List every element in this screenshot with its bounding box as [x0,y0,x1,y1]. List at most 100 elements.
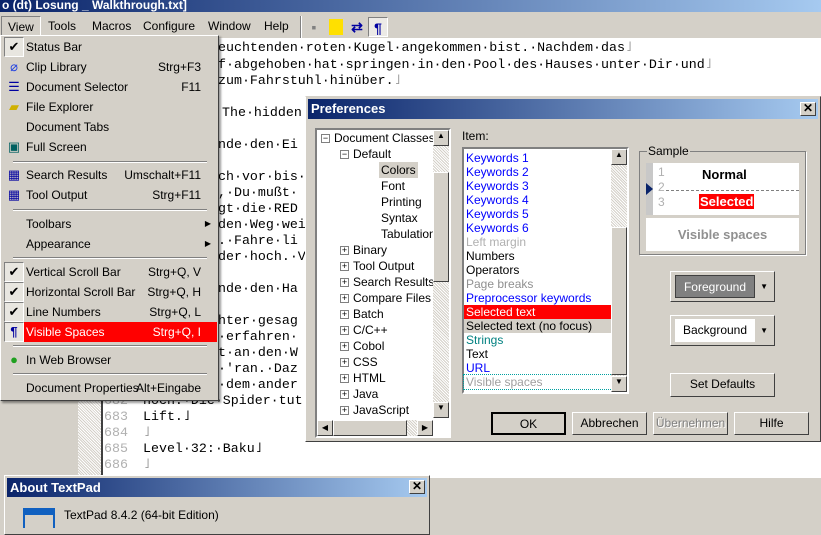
scroll-down-icon[interactable]: ▼ [611,376,627,392]
editor-line: The·hidden [222,105,302,120]
tree-node[interactable]: + Binary [340,242,387,258]
menu-item-appearance[interactable]: Appearance ▶ [3,234,217,254]
menu-window[interactable]: Window [202,16,257,36]
menu-separator [13,373,207,375]
background-button[interactable]: Background ▼ [670,315,775,346]
editor-line: ch·vor·bis· [218,169,306,184]
tree-node[interactable]: Tabulation [381,226,436,242]
item-scrollbar[interactable]: ▲ ▼ [611,149,627,392]
preferences-dialog: Preferences ✕ − Document Classes − Default… [305,96,821,442]
tree-node[interactable]: + Search Results [340,274,434,290]
scroll-thumb[interactable] [333,420,407,436]
paperclip-icon: ⌀ [10,59,18,74]
tree-node[interactable]: Syntax [381,210,418,226]
tree-node[interactable]: + Batch [340,306,384,322]
menu-item-search-results[interactable]: ▦ Search Results Umschalt+F11 [3,165,217,185]
tree-horizontal-scrollbar[interactable]: ◀ ▶ [317,420,433,436]
tree-node[interactable]: − Default [340,146,391,162]
sample-preview: 1 2 3 Normal Selected [646,163,799,215]
list-item[interactable]: Keywords 1 [464,151,614,165]
editor-line: ·dem·ander [218,377,298,392]
tree-node[interactable]: + Compare Files [340,290,431,306]
list-item[interactable]: Page breaks [464,277,614,291]
menu-macros[interactable]: Macros [86,16,137,36]
list-item[interactable]: Numbers [464,249,614,263]
menu-item-status-bar[interactable]: ✔ Status Bar [3,37,217,57]
list-item[interactable]: Text [464,347,614,361]
check-icon: ✔ [4,302,24,322]
tree-node[interactable]: − Document Classes [321,130,435,146]
ok-button[interactable]: OK [491,412,566,435]
about-dialog: About TextPad ✕ TextPad 8.4.2 (64-bit Ed… [4,475,430,535]
tree-node[interactable]: + C/C++ [340,322,388,338]
foreground-button[interactable]: Foreground ▼ [670,271,775,302]
list-item[interactable]: Keywords 4 [464,193,614,207]
cancel-button[interactable]: Abbrechen [572,412,647,435]
visible-spaces-icon[interactable]: ¶ [368,17,388,37]
set-defaults-button[interactable]: Set Defaults [670,373,775,397]
dropdown-arrow-icon[interactable]: ▼ [760,321,768,341]
tree-node[interactable]: + JavaScript [340,402,409,418]
menu-item-document-tabs[interactable]: Document Tabs [3,117,217,137]
menu-item-visible-spaces[interactable]: ¶ Visible Spaces Strg+Q, I [3,322,217,342]
tree-node[interactable]: + Tool Output [340,258,414,274]
save-icon[interactable]: ▪ [304,17,324,37]
tree-node[interactable]: Printing [381,194,422,210]
scroll-down-icon[interactable]: ▼ [433,402,449,418]
item-listbox[interactable]: Keywords 1 Keywords 2 Keywords 3 Keywords 4… [462,147,629,394]
dialog-title: Preferences [311,101,386,116]
tree-node[interactable]: + HTML [340,370,386,386]
tree-node-selected[interactable]: Colors [379,162,418,178]
menu-view[interactable]: View [1,16,41,36]
scroll-right-icon[interactable]: ▶ [417,420,433,436]
tree-node[interactable]: Font [381,178,405,194]
menu-item-document-selector[interactable]: ☰ Document Selector F11 [3,77,217,97]
menu-item-toolbars[interactable]: Toolbars ▶ [3,214,217,234]
menu-item-in-web-browser[interactable]: ● In Web Browser [3,350,217,370]
list-item[interactable]: Preprocessor keywords [464,291,614,305]
menu-item-vertical-scroll-bar[interactable]: ✔ Vertical Scroll Bar Strg+Q, V [3,262,217,282]
close-button[interactable]: ✕ [409,480,425,494]
list-item[interactable]: Keywords 5 [464,207,614,221]
scroll-thumb[interactable] [433,172,449,282]
scroll-up-icon[interactable]: ▲ [611,149,627,165]
menu-tools[interactable]: Tools [42,16,82,36]
scroll-thumb[interactable] [611,227,627,375]
word-wrap-icon[interactable]: ⇄ [347,17,367,37]
editor-line: ˩ [143,457,151,472]
list-item[interactable]: Operators [464,263,614,277]
tree-node[interactable]: + CSS [340,354,378,370]
list-item[interactable]: Selected text [464,305,614,319]
check-icon: ✔ [4,37,24,57]
search-results-icon: ▦ [7,167,21,182]
menu-item-file-explorer[interactable]: ▰ File Explorer [3,97,217,117]
menu-configure[interactable]: Configure [137,16,201,36]
menu-item-tool-output[interactable]: ▦ Tool Output Strg+F11 [3,185,217,205]
menu-item-line-numbers[interactable]: ✔ Line Numbers Strg+Q, L [3,302,217,322]
menu-item-horizontal-scroll-bar[interactable]: ✔ Horizontal Scroll Bar Strg+Q, H [3,282,217,302]
editor-line: f·abgehoben·hat·springen·in·den·Pool·des… [218,57,713,72]
list-item[interactable]: URL [464,361,614,375]
menu-item-document-properties[interactable]: Document Properties Alt+Eingabe [3,378,217,398]
save-all-icon[interactable] [329,19,343,35]
list-item[interactable]: Keywords 6 [464,221,614,235]
tree-node[interactable]: + Cobol [340,338,384,354]
sample-visible-spaces: Visible spaces [646,218,799,251]
list-item[interactable]: Selected text (no focus) [464,319,614,333]
tree-vertical-scrollbar[interactable]: ▲ ▼ [433,130,449,418]
list-item[interactable]: Visible spaces [463,374,615,390]
menu-help[interactable]: Help [258,16,295,36]
list-item[interactable]: Strings [464,333,614,347]
tree-node[interactable]: + Java [340,386,378,402]
list-item[interactable]: Left margin [464,235,614,249]
menu-item-full-screen[interactable]: ▣ Full Screen [3,137,217,157]
close-button[interactable]: ✕ [800,102,816,116]
list-item[interactable]: Keywords 3 [464,179,614,193]
help-button[interactable]: Hilfe [734,412,809,435]
globe-icon: ● [10,352,18,367]
scroll-left-icon[interactable]: ◀ [317,420,333,436]
scroll-up-icon[interactable]: ▲ [433,130,449,146]
dropdown-arrow-icon[interactable]: ▼ [760,277,768,297]
menu-item-clip-library[interactable]: ⌀ Clip Library Strg+F3 [3,57,217,77]
list-item[interactable]: Keywords 2 [464,165,614,179]
